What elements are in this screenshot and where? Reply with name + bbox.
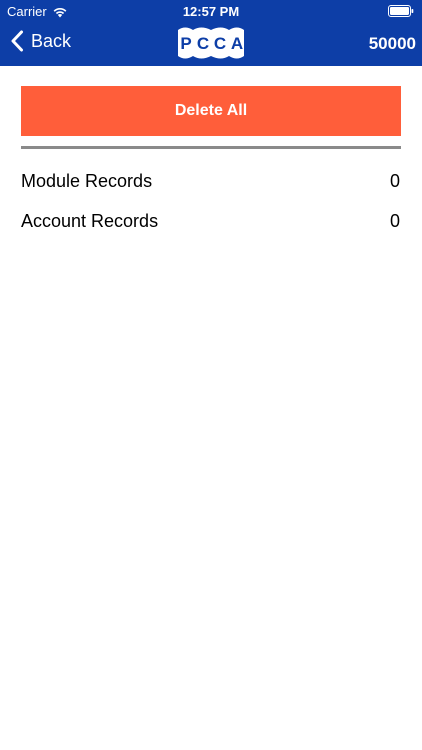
record-label: Module Records	[21, 170, 153, 191]
record-label: Account Records	[21, 210, 159, 231]
battery-icon	[388, 5, 414, 17]
record-count: 0	[389, 210, 400, 231]
record-row-module: Module Records 0	[21, 169, 401, 193]
status-bar: Carrier 12:57 PM	[0, 0, 422, 22]
logo-letter: P	[180, 34, 191, 53]
section-divider	[21, 146, 401, 149]
logo-letter: C	[197, 34, 209, 53]
pcca-logo: P C C A	[178, 27, 244, 59]
back-button[interactable]: Back	[10, 30, 71, 52]
back-label: Back	[31, 30, 72, 51]
logo-letter: A	[231, 34, 243, 53]
app-header: Carrier 12:57 PM Back P C C A 50000	[0, 0, 422, 66]
record-count: 0	[389, 170, 400, 191]
nav-record-count: 50000	[368, 34, 416, 53]
chevron-left-icon	[11, 30, 23, 52]
navigation-bar: Back P C C A 50000	[0, 22, 422, 66]
record-row-account: Account Records 0	[21, 209, 401, 233]
status-time: 12:57 PM	[182, 4, 240, 19]
delete-all-button[interactable]: Delete All	[21, 86, 401, 136]
logo-letter: C	[214, 34, 226, 53]
